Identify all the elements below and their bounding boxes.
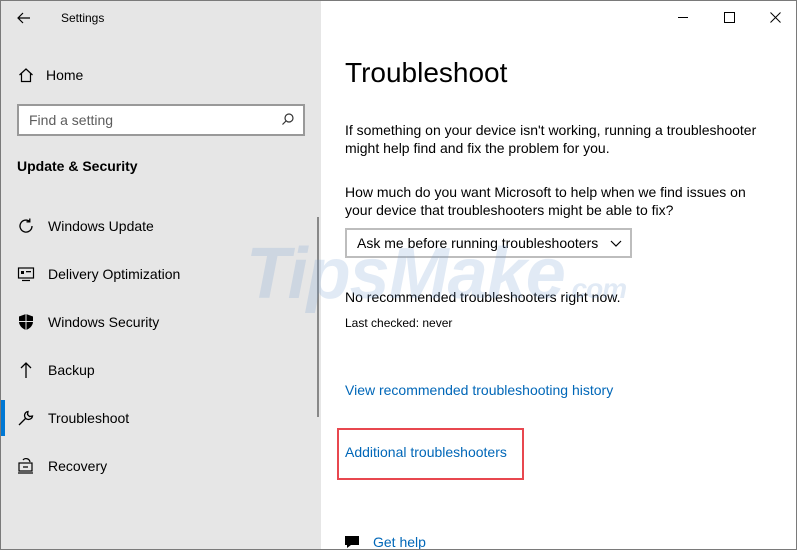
dropdown-value: Ask me before running troubleshooters — [357, 235, 599, 251]
nav-label: Delivery Optimization — [48, 266, 181, 282]
get-help[interactable]: Get help — [343, 534, 426, 549]
nav-item-recovery[interactable]: Recovery — [1, 442, 321, 490]
back-arrow-icon — [17, 12, 30, 23]
status-text: No recommended troubleshooters right now… — [345, 289, 621, 305]
description-text: If something on your device isn't workin… — [345, 122, 757, 156]
refresh-icon — [17, 217, 35, 235]
minimize-button[interactable] — [660, 1, 706, 34]
minimize-icon — [677, 17, 688, 18]
search-box[interactable] — [17, 104, 305, 136]
maximize-button[interactable] — [706, 1, 752, 34]
last-checked-text: Last checked: never — [345, 316, 453, 330]
wrench-icon — [17, 409, 35, 427]
troubleshoot-preference-dropdown[interactable]: Ask me before running troubleshooters — [345, 228, 632, 258]
title-bar: Settings — [1, 1, 321, 34]
search-input[interactable] — [29, 112, 269, 128]
question-text: How much do you want Microsoft to help w… — [345, 184, 746, 218]
nav-label: Windows Update — [48, 218, 154, 234]
maximize-icon — [723, 12, 735, 23]
home-label: Home — [46, 67, 84, 83]
nav-item-delivery-optimization[interactable]: Delivery Optimization — [1, 250, 321, 298]
nav-label: Backup — [48, 362, 95, 378]
additional-troubleshooters-link[interactable]: Additional troubleshooters — [345, 444, 507, 460]
nav-item-backup[interactable]: Backup — [1, 346, 321, 394]
home-icon — [19, 68, 33, 83]
nav-item-windows-security[interactable]: Windows Security — [1, 298, 321, 346]
caption-buttons — [660, 1, 796, 34]
recovery-icon — [17, 457, 35, 475]
nav-home[interactable]: Home — [1, 59, 321, 91]
sidebar-scrollbar[interactable] — [317, 217, 319, 417]
settings-window: Settings Home Update & Security — [0, 0, 797, 550]
get-help-link[interactable]: Get help — [373, 534, 426, 549]
back-button[interactable] — [1, 1, 47, 34]
page-title: Troubleshoot — [345, 57, 508, 88]
nav-item-windows-update[interactable]: Windows Update — [1, 202, 321, 250]
view-history-link[interactable]: View recommended troubleshooting history — [345, 382, 613, 398]
shield-icon — [17, 313, 35, 331]
nav-label: Windows Security — [48, 314, 160, 330]
nav-list: Windows Update Delivery Optimization Win… — [1, 202, 321, 490]
main-content: Troubleshoot If something on your device… — [321, 1, 796, 549]
chevron-down-icon — [610, 240, 622, 247]
close-icon — [769, 12, 781, 23]
close-button[interactable] — [752, 1, 796, 34]
nav-item-troubleshoot[interactable]: Troubleshoot — [1, 394, 321, 442]
app-title: Settings — [61, 10, 105, 25]
help-chat-icon — [345, 536, 359, 548]
nav-label: Troubleshoot — [48, 410, 130, 426]
delivery-optimization-icon — [17, 265, 35, 283]
backup-arrow-icon — [17, 361, 35, 379]
sidebar: Settings Home Update & Security — [1, 1, 321, 549]
section-title: Update & Security — [17, 158, 138, 174]
nav-label: Recovery — [48, 458, 108, 474]
search-icon — [282, 113, 294, 125]
